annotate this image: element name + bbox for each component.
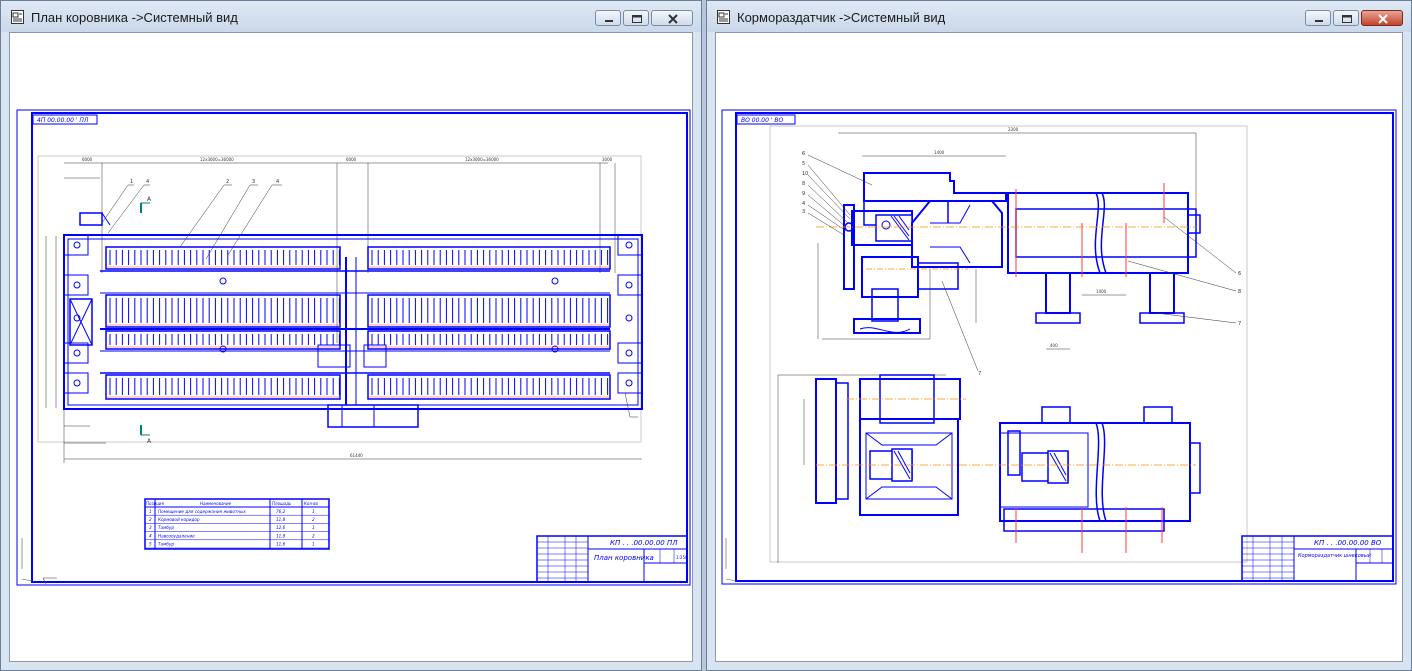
bom-cell: 11,8 <box>276 533 286 538</box>
minimize-icon <box>605 20 613 22</box>
bom-header-area: Площадь <box>272 501 292 506</box>
close-button[interactable] <box>651 10 693 26</box>
bom-cell: 5 <box>149 542 152 547</box>
minimize-icon <box>1315 20 1323 22</box>
svg-text:6: 6 <box>1238 271 1241 277</box>
bom-cell: 11,8 <box>276 517 286 522</box>
top-stamp: ВО 00.00 ' ВО <box>741 117 784 124</box>
feeder-drawing: ВО 00.00 ' ВО 2300 1400 1400 400 6510 89… <box>721 109 1397 585</box>
svg-text:3: 3 <box>802 209 805 215</box>
drawing-viewport-right[interactable]: ВО 00.00 ' ВО 2300 1400 1400 400 6 5 10 … <box>715 32 1403 662</box>
bom-header-name: Наименование <box>200 501 232 506</box>
svg-text:10: 10 <box>802 171 808 177</box>
bom-header-pos: Позиция <box>146 501 165 506</box>
svg-text:4: 4 <box>276 179 279 185</box>
bom-header-qty: Кол-во <box>304 501 319 506</box>
svg-text:4: 4 <box>802 201 805 207</box>
bom-cell: 1 <box>312 542 315 547</box>
svg-text:1400: 1400 <box>934 150 945 155</box>
maximize-icon <box>1342 15 1352 23</box>
close-icon <box>668 14 678 24</box>
sheet-code-left: КП . . .00.00.00 ПЛ <box>610 539 678 547</box>
svg-text:12x3000=36000: 12x3000=36000 <box>465 157 499 162</box>
minimize-button[interactable] <box>1305 10 1331 26</box>
sheet-title-right: Кормораздатчик шнековый <box>1298 553 1372 559</box>
bom-cell: 1 <box>312 525 315 530</box>
close-button[interactable] <box>1361 10 1403 26</box>
document-icon <box>11 10 24 24</box>
desktop: План коровника ->Системный вид 4П 00.00.… <box>0 0 1412 671</box>
svg-text:12x3000=36000: 12x3000=36000 <box>200 157 234 162</box>
maximize-icon <box>632 15 642 23</box>
svg-text:61440: 61440 <box>350 453 363 458</box>
svg-text:1400: 1400 <box>1096 289 1107 294</box>
svg-text:6000: 6000 <box>346 157 357 162</box>
bom-table: Позиция Наименование Площадь Кол-во 1 Пом… <box>144 498 330 550</box>
maximize-button[interactable] <box>623 10 649 26</box>
drawing-viewport-left[interactable]: 4П 00.00.00 ' ПЛ 6000 12x3000=36000 6000… <box>9 32 693 662</box>
svg-text:2: 2 <box>226 179 229 185</box>
titlebar-left[interactable]: План коровника ->Системный вид <box>1 1 701 32</box>
bom-cell: 2 <box>312 533 315 538</box>
svg-text:1:250: 1:250 <box>676 555 688 560</box>
bom-cell: 4 <box>149 533 152 538</box>
svg-text:7: 7 <box>1238 321 1241 327</box>
bom-cell: 12,6 <box>276 525 286 530</box>
svg-text:400: 400 <box>1050 343 1058 348</box>
svg-text:4: 4 <box>146 179 149 185</box>
bom-cell: 2 <box>312 517 315 522</box>
svg-text:3: 3 <box>252 179 255 185</box>
window-barn-plan[interactable]: План коровника ->Системный вид 4П 00.00.… <box>0 0 702 671</box>
bom-cell: Кормовой коридор <box>158 517 200 522</box>
svg-text:8: 8 <box>1238 289 1241 295</box>
bom-cell: Тамбур <box>158 525 174 530</box>
bom-cell: Тамбур <box>158 542 174 547</box>
window-title: Кормораздатчик ->Системный вид <box>737 10 946 25</box>
svg-text:9: 9 <box>802 191 805 197</box>
sheet-title-left: План коровника <box>594 554 654 562</box>
barn-plan-drawing: 4П 00.00.00 ' ПЛ 6000 12x3000=36000 6000… <box>16 109 691 586</box>
window-title: План коровника ->Системный вид <box>31 10 238 25</box>
window-feeder[interactable]: Кормораздатчик ->Системный вид ВО 00.00 … <box>706 0 1412 671</box>
svg-text:2300: 2300 <box>1008 127 1019 132</box>
titlebar-right[interactable]: Кормораздатчик ->Системный вид <box>707 1 1411 32</box>
bom-cell: 2 <box>149 517 152 522</box>
top-stamp: 4П 00.00.00 ' ПЛ <box>37 117 89 124</box>
svg-text:5: 5 <box>802 161 805 167</box>
svg-text:3000: 3000 <box>602 157 613 162</box>
bom-cell: 1 <box>149 509 152 514</box>
svg-text:8: 8 <box>802 181 805 187</box>
bom-cell: Помещение для содержания животных <box>158 509 246 514</box>
bom-cell: 3 <box>149 525 152 530</box>
sheet-code-right: КП . . .00.00.00 ВО <box>1314 539 1382 547</box>
svg-text:1: 1 <box>130 179 133 185</box>
document-icon <box>717 10 730 24</box>
bom-cell: Навозоудаление <box>158 533 195 538</box>
bom-cell: 76,2 <box>276 509 286 514</box>
bom-cell: 11,6 <box>276 542 286 547</box>
bom-cell: 1 <box>312 509 315 514</box>
svg-text:6000: 6000 <box>82 157 93 162</box>
close-icon <box>1378 14 1388 24</box>
svg-text:7: 7 <box>978 371 981 377</box>
maximize-button[interactable] <box>1333 10 1359 26</box>
svg-text:6: 6 <box>802 151 805 157</box>
minimize-button[interactable] <box>595 10 621 26</box>
